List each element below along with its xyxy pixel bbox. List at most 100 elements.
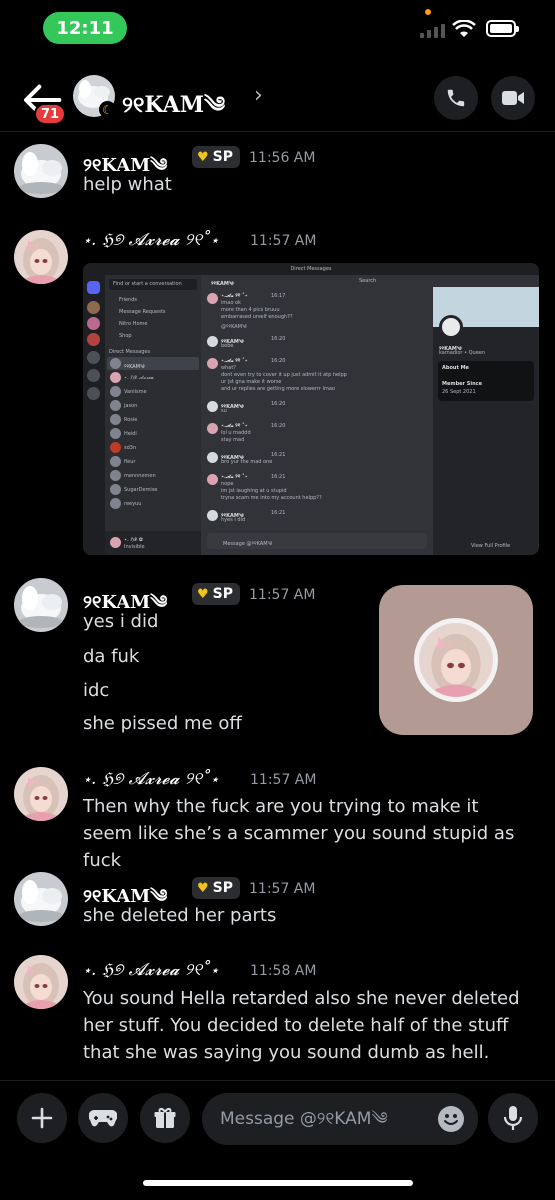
message-text[interactable]: help what (83, 171, 523, 198)
attachment-chat-line: lol u maddd (221, 430, 251, 436)
message-timestamp: 11:57 AM (250, 233, 317, 249)
attachment-chat-author: ⋆.𝓐𝔁 ୨୧ ˚⋆ (221, 293, 248, 299)
avatar[interactable] (14, 872, 68, 926)
attachment-chat-line: ur jst gna make it worse (221, 379, 282, 385)
attachment-chat-line: embarrased urself enough?? (221, 314, 293, 320)
voice-message-button[interactable] (488, 1093, 538, 1143)
message-text[interactable]: yes i did (83, 608, 363, 635)
attachment-dm-name: jason (124, 403, 138, 409)
status-bar: 12:11 (0, 0, 555, 60)
gift-button[interactable] (140, 1093, 190, 1143)
plus-icon (31, 1107, 53, 1129)
avatar[interactable] (14, 578, 68, 632)
message-text[interactable]: Then why the fuck are you trying to make… (83, 793, 533, 874)
video-call-button[interactable] (491, 76, 535, 120)
guild-tag-badge[interactable]: ♥ SP (192, 877, 240, 899)
message-timestamp: 11:56 AM (249, 150, 316, 166)
attachment-chat-line: su (221, 408, 227, 414)
unread-badge: 71 (34, 103, 67, 125)
attachment-search: Search (359, 278, 377, 284)
guild-tag-badge[interactable]: ♥ SP (192, 146, 240, 168)
attachment-dm-list: Find or start a conversation Friends Mes… (105, 275, 201, 555)
attachment-since-date: 26 Sept 2021 (442, 389, 476, 395)
heart-icon: ♥ (197, 586, 209, 602)
message-text[interactable]: idc (83, 677, 363, 704)
avatar[interactable] (14, 955, 68, 1009)
attachment-chat-timestamp: 16:21 (271, 510, 286, 516)
avatar-sticker[interactable] (379, 585, 533, 735)
attachment-chat-author: ⋆.𝓐𝔁 ୨୧ ˚⋆ (221, 423, 248, 429)
attachment-chat-line: tryna scam me into my account helpp?? (221, 495, 322, 501)
chevron-right-icon[interactable]: › (254, 83, 263, 108)
attachment-chat-timestamp: 16:20 (271, 401, 286, 407)
message-input[interactable] (220, 1093, 430, 1145)
message-timestamp: 11:57 AM (250, 772, 317, 788)
header-username[interactable]: ୨୧KAM༄ (122, 80, 225, 142)
attachment-chat-avatar (207, 293, 218, 304)
attachment-convo-title: ୨୧KAM༄ (211, 281, 234, 287)
microphone-icon (503, 1106, 523, 1130)
avatar[interactable] (14, 230, 68, 284)
wifi-icon (452, 20, 476, 37)
attachment-full-profile: View Full Profile (471, 543, 511, 549)
message-text[interactable]: You sound Hella retarded also she never … (83, 985, 533, 1066)
attachment-chat-avatar (207, 401, 218, 412)
message-timestamp: 11:58 AM (250, 963, 317, 979)
emoji-icon[interactable] (438, 1106, 464, 1132)
avatar[interactable] (14, 767, 68, 821)
attachment-chat-avatar (207, 510, 218, 521)
phone-icon (447, 89, 465, 107)
battery-icon (486, 20, 519, 37)
message-author[interactable]: ⋆. ℌ୭ 𝓐𝔁𝓻𝓮𝓪 ୨୧˚⋆ (83, 230, 219, 250)
image-attachment[interactable]: Direct Messages Find or start a conversa… (83, 263, 539, 555)
attachment-chat-timestamp: 16:17 (271, 293, 286, 299)
gamepad-icon (89, 1109, 117, 1127)
attachment-conversation: ୨୧KAM༄ Search ⋆.𝓐𝔁 ୨୧ ˚⋆ 16:17 lmao ok more… (201, 275, 433, 555)
attachment-chat-avatar (207, 336, 218, 347)
message-text[interactable]: she deleted her parts (83, 902, 523, 929)
attachment-self-name: ⋆. ℌ୭ ✿ (124, 537, 143, 543)
privacy-indicator-icon (425, 9, 431, 15)
avatar[interactable] (14, 144, 68, 198)
attachment-chat-line: bro yur the mad one (221, 459, 273, 465)
idle-status-icon: ☾ (99, 101, 116, 118)
attachment-chat-timestamp: 16:20 (271, 423, 286, 429)
message-author[interactable]: ⋆. ℌ୭ 𝓐𝔁𝓻𝓮𝓪 ୨୧˚⋆ (83, 960, 219, 980)
attachment-chat-line: what? (221, 365, 236, 371)
attachment-dm-name: Rosie (124, 417, 138, 423)
voice-call-button[interactable] (434, 76, 478, 120)
attachment-self-status: Invisible (124, 544, 145, 550)
attachment-chat-timestamp: 16:21 (271, 474, 286, 480)
message-text[interactable]: da fuk (83, 643, 363, 670)
attachment-chat-line: hyes i did (221, 517, 246, 523)
attachment-dm-name: sd3n (124, 445, 137, 451)
sticker-ring (414, 618, 498, 702)
attachment-about-label: About Me (442, 365, 469, 371)
attachment-chat-line: and ur replies are getting more slowerrr… (221, 386, 335, 392)
attachment-dm-name: mennnemen (124, 473, 156, 479)
attachment-dm-name: Vaniisme (124, 389, 147, 395)
attachment-dm-name: ୨୧KAM༄ (124, 364, 145, 370)
attachment-nav-item: Shop (119, 333, 132, 339)
add-attachment-button[interactable] (17, 1093, 67, 1143)
message-input-container[interactable] (202, 1093, 478, 1145)
attachment-chat-author: ⋆.𝓐𝔁 ୨୧ ˚⋆ (221, 358, 248, 364)
attachment-nav-item: Message Requests (119, 309, 166, 315)
attachment-dm-name: Heidi (124, 431, 137, 437)
attachment-dm-header: Direct Messages (109, 349, 151, 355)
attachment-chat-line: im jst laughing at u stupid (221, 488, 287, 494)
attachment-profile-panel: ୨୧KAM༄ kamadior • Queen About Me Member … (433, 287, 539, 555)
status-time: 12:11 (43, 12, 127, 44)
attachment-composer: Message @୨୧KAM༄ (223, 541, 273, 547)
attachment-chat-line: @୨୧KAM༄ (221, 324, 247, 330)
activities-button[interactable] (78, 1093, 128, 1143)
attachment-find-text: Find or start a conversation (113, 281, 182, 287)
attachment-chat-timestamp: 16:20 (271, 336, 286, 342)
message-text[interactable]: she pissed me off (83, 710, 363, 737)
cellular-signal-icon (420, 22, 445, 38)
attachment-server-rail (83, 275, 105, 555)
attachment-chat-timestamp: 16:20 (271, 358, 286, 364)
message-author[interactable]: ⋆. ℌ୭ 𝓐𝔁𝓻𝓮𝓪 ୨୧˚⋆ (83, 769, 219, 789)
guild-tag-badge[interactable]: ♥ SP (192, 583, 240, 605)
attachment-since-label: Member Since (442, 381, 482, 387)
